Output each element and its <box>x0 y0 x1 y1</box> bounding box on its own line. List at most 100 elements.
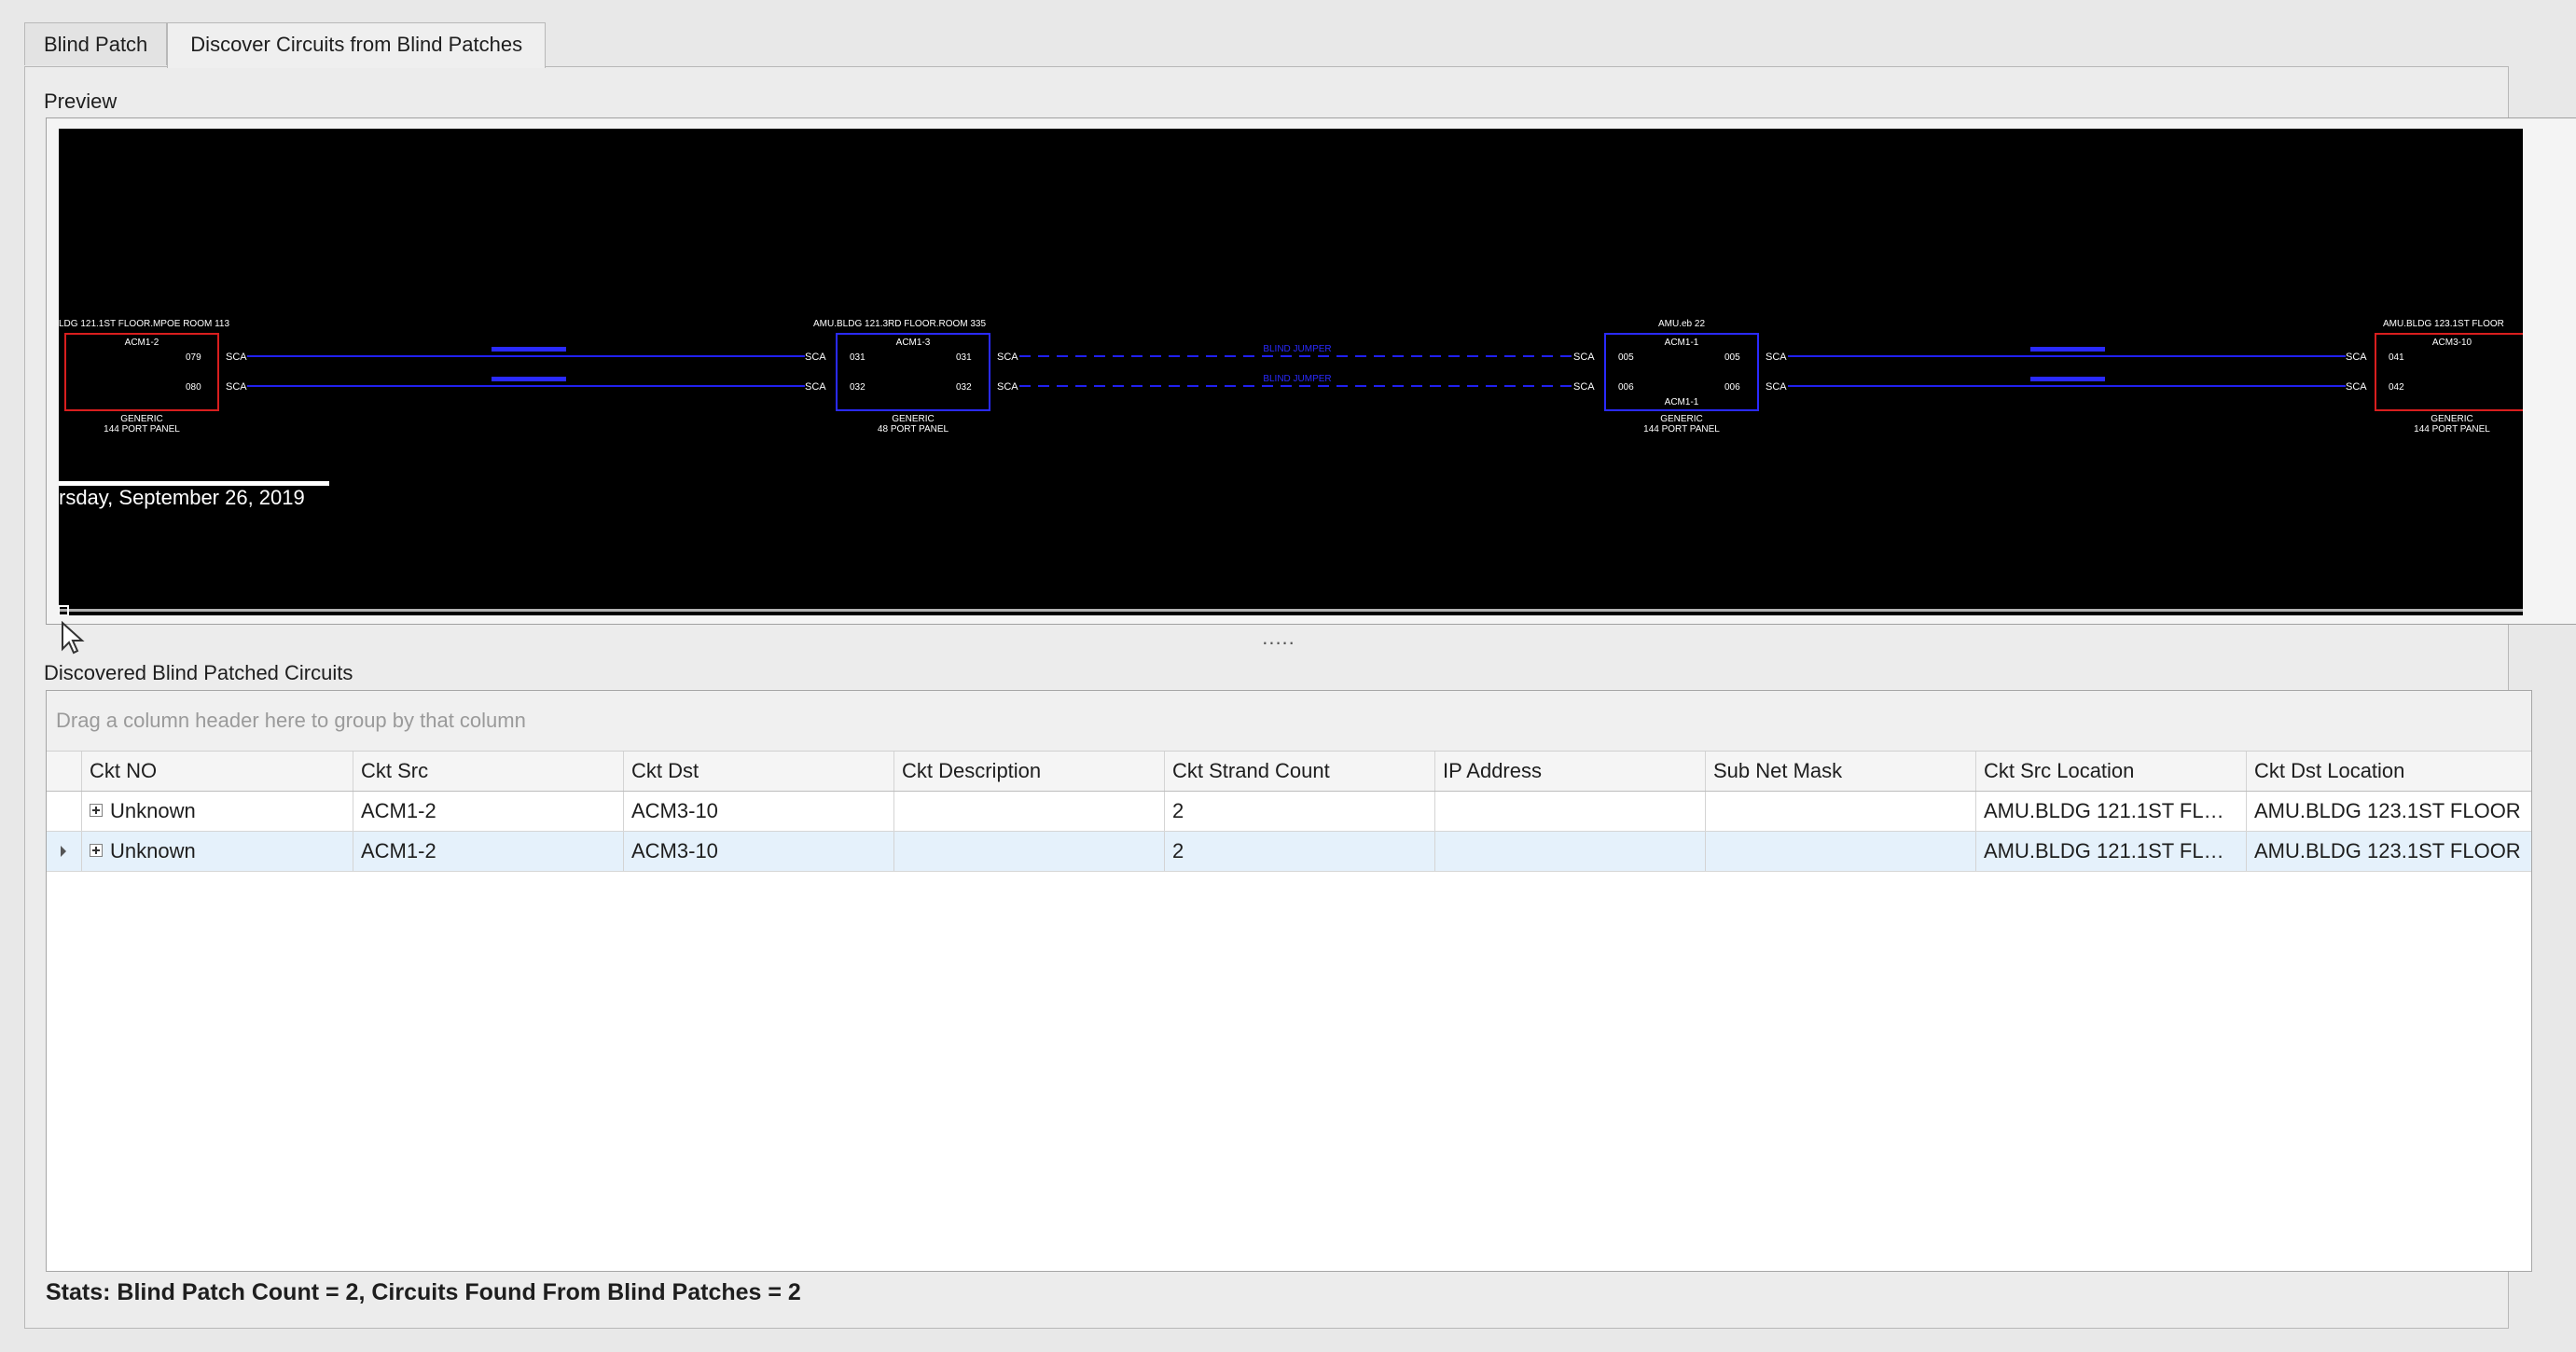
connector-4l-a: SCA <box>2346 352 2367 363</box>
table-row-selected[interactable]: Unknown ACM1-2 ACM3-10 2 AMU.BLDG 121.1S… <box>47 832 2531 872</box>
expand-plus-icon[interactable] <box>90 804 103 818</box>
connector-3l-a: SCA <box>1573 352 1595 363</box>
panel-1-port-r2: 080 <box>186 382 201 393</box>
expand-plus-icon[interactable] <box>90 844 103 858</box>
panel-3-name-2: ACM1-1 <box>1665 397 1699 407</box>
cell-ip-address <box>1435 792 1706 831</box>
cell-sub-net-mask <box>1706 792 1976 831</box>
column-header-ckt-dst-location[interactable]: Ckt Dst Location <box>2247 752 2528 791</box>
panel-2-port-l2: 032 <box>850 382 866 393</box>
link-label-1a <box>492 347 566 352</box>
cell-ckt-src: ACM1-2 <box>353 792 624 831</box>
panel-2-location: AMU.BLDG 121.3RD FLOOR.ROOM 335 <box>813 319 986 329</box>
canvas-bottom-edge <box>59 609 2523 612</box>
panel-3-port-r2: 006 <box>1724 382 1740 393</box>
cell-ckt-description <box>894 792 1165 831</box>
header-indicator <box>47 752 82 791</box>
panel-2-type: GENERIC <box>892 414 935 424</box>
preview-frame: LDG 121.1ST FLOOR.MPOE ROOM 113 ACM1-2 0… <box>46 117 2576 625</box>
panel-3-type: GENERIC <box>1660 414 1703 424</box>
panel-2-name: ACM1-3 <box>896 338 931 348</box>
column-header-sub-net-mask[interactable]: Sub Net Mask <box>1706 752 1976 791</box>
cell-ckt-no-text: Unknown <box>110 839 196 862</box>
column-header-ckt-src[interactable]: Ckt Src <box>353 752 624 791</box>
column-header-ckt-dst[interactable]: Ckt Dst <box>624 752 894 791</box>
row-indicator-current[interactable] <box>47 832 82 871</box>
tab-blind-patch[interactable]: Blind Patch <box>24 22 168 65</box>
connector-3r-b: SCA <box>1766 381 1787 393</box>
connector-2l-b: SCA <box>805 381 826 393</box>
cell-ckt-no-text: Unknown <box>110 799 196 822</box>
panel-2-size: 48 PORT PANEL <box>878 424 949 435</box>
cell-ckt-dst: ACM3-10 <box>624 832 894 871</box>
cell-ip-address <box>1435 832 1706 871</box>
link-label-2b <box>2030 377 2105 381</box>
panel-4-port-l1: 041 <box>2389 352 2404 363</box>
connector-4l-b: SCA <box>2346 381 2367 393</box>
link-label-1b <box>492 377 566 381</box>
cell-ckt-description <box>894 832 1165 871</box>
tab-page: Preview LDG 121.1ST FLOOR.MPOE ROOM 113 … <box>24 66 2576 1329</box>
cell-ckt-dst: ACM3-10 <box>624 792 894 831</box>
preview-canvas[interactable]: LDG 121.1ST FLOOR.MPOE ROOM 113 ACM1-2 0… <box>59 129 2523 615</box>
cell-ckt-src: ACM1-2 <box>353 832 624 871</box>
group-by-panel[interactable]: Drag a column header here to group by th… <box>47 691 2531 752</box>
panel-3-port-r1: 005 <box>1724 352 1740 363</box>
cell-ckt-strand-count: 2 <box>1165 832 1435 871</box>
mouse-cursor-icon <box>62 621 85 655</box>
panel-1-name: ACM1-2 <box>125 338 159 348</box>
connector-3l-b: SCA <box>1573 381 1595 393</box>
cell-ckt-no: Unknown <box>82 792 353 831</box>
panel-1-port-r1: 079 <box>186 352 201 363</box>
column-header-ip-address[interactable]: IP Address <box>1435 752 1706 791</box>
column-header-ckt-src-location[interactable]: Ckt Src Location <box>1976 752 2247 791</box>
circuit-diagram: LDG 121.1ST FLOOR.MPOE ROOM 113 ACM1-2 0… <box>59 319 2523 615</box>
connector-1b: SCA <box>226 381 247 393</box>
tab-strip: Blind Patch Discover Circuits from Blind… <box>24 22 547 68</box>
panel-3-size: 144 PORT PANEL <box>1643 424 1720 435</box>
panel-2-port-l1: 031 <box>850 352 866 363</box>
panel-2-port-r2: 032 <box>956 382 972 393</box>
row-indicator[interactable] <box>47 792 82 831</box>
panel-4-name: ACM3-10 <box>2432 338 2472 348</box>
link-label-2a <box>2030 347 2105 352</box>
cell-sub-net-mask <box>1706 832 1976 871</box>
panel-4-size: 144 PORT PANEL <box>2414 424 2490 435</box>
current-row-arrow-icon <box>61 846 66 857</box>
stats-text: Stats: Blind Patch Count = 2, Circuits F… <box>46 1279 801 1305</box>
column-header-ckt-no[interactable]: Ckt NO <box>82 752 353 791</box>
panel-3-port-l1: 005 <box>1618 352 1634 363</box>
grid-header: Ckt NO Ckt Src Ckt Dst Ckt Description C… <box>47 752 2531 792</box>
panel-1-location: LDG 121.1ST FLOOR.MPOE ROOM 113 <box>59 319 229 329</box>
panel-3-port-l2: 006 <box>1618 382 1634 393</box>
grid-label: Discovered Blind Patched Circuits <box>44 661 353 684</box>
panel-4-port-l2: 042 <box>2389 382 2404 393</box>
tab-discover-circuits[interactable]: Discover Circuits from Blind Patches <box>167 22 547 68</box>
connector-2r-a: SCA <box>997 352 1018 363</box>
panel-3-name: ACM1-1 <box>1665 338 1699 348</box>
connector-3r-a: SCA <box>1766 352 1787 363</box>
cell-ckt-no: Unknown <box>82 832 353 871</box>
panel-1-type: GENERIC <box>120 414 163 424</box>
cell-ckt-dst-location: AMU.BLDG 123.1ST FLOOR <box>2254 799 2521 822</box>
circuits-grid: Drag a column header here to group by th… <box>46 690 2532 1272</box>
panel-3-location: AMU.eb 22 <box>1658 319 1705 329</box>
column-header-ckt-strand-count[interactable]: Ckt Strand Count <box>1165 752 1435 791</box>
cell-ckt-src-location: AMU.BLDG 121.1ST FLOO... <box>1976 832 2247 871</box>
cell-ckt-src-location: AMU.BLDG 121.1ST FLOO... <box>1976 792 2247 831</box>
panel-4-type: GENERIC <box>2431 414 2473 424</box>
table-row[interactable]: Unknown ACM1-2 ACM3-10 2 AMU.BLDG 121.1S… <box>47 792 2531 832</box>
connector-1a: SCA <box>226 352 247 363</box>
panel-1-size: 144 PORT PANEL <box>104 424 180 435</box>
blind-jumper-label-1: BLIND JUMPER <box>1263 344 1331 354</box>
connector-2r-b: SCA <box>997 381 1018 393</box>
connector-2l-a: SCA <box>805 352 826 363</box>
cell-ckt-dst-location: AMU.BLDG 123.1ST FLOOR <box>2254 839 2521 862</box>
diagram-date: rsday, September 26, 2019 <box>59 486 305 509</box>
blind-jumper-label-2: BLIND JUMPER <box>1263 374 1331 384</box>
cell-ckt-strand-count: 2 <box>1165 792 1435 831</box>
column-header-ckt-description[interactable]: Ckt Description <box>894 752 1165 791</box>
panel-4-location: AMU.BLDG 123.1ST FLOOR <box>2383 319 2504 329</box>
splitter-grip[interactable]: ..... <box>1260 628 1297 648</box>
panel-2-port-r1: 031 <box>956 352 972 363</box>
